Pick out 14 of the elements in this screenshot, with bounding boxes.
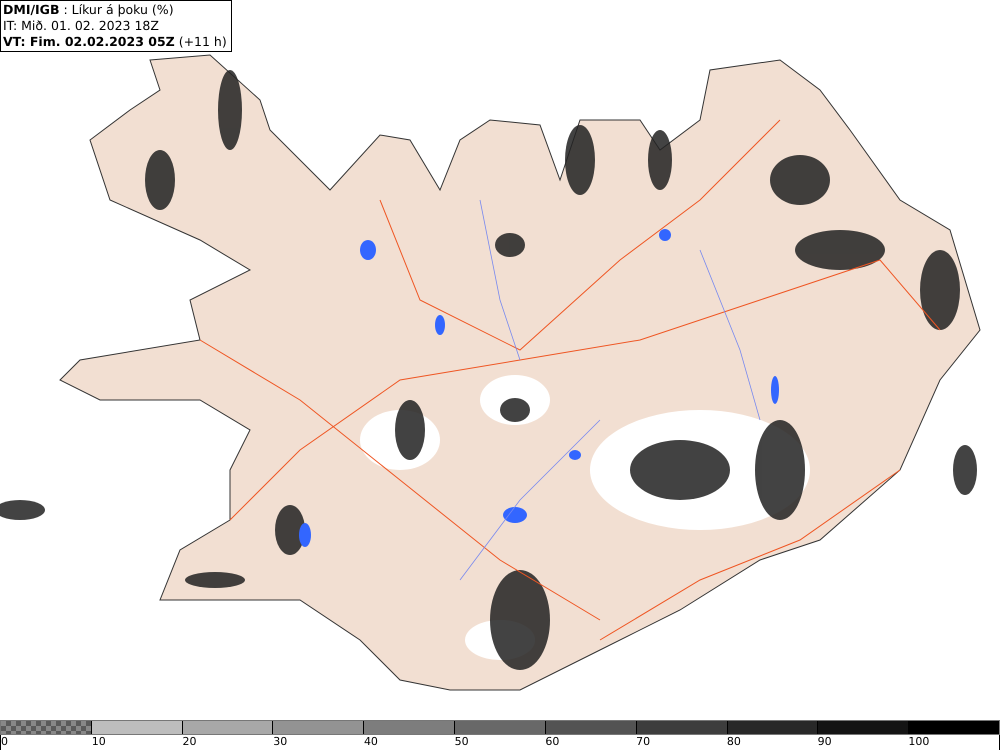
scale-tick-label: 70 [636,735,650,748]
scale-tick-label: 40 [364,735,378,748]
scale-tick-label: 20 [182,735,196,748]
scale-tick-label: 0 [1,735,8,748]
scale-tick-label: 10 [92,735,106,748]
scale-tick-label: 60 [545,735,560,748]
info-text: VT: Fim. 02.02.2023 05Z (+11 h) [3,34,227,50]
scale-tick-label: 80 [726,735,741,748]
info-text: IT: Mið. 01. 02. 2023 18Z [3,18,160,34]
info-text: DMI/IGB : Líkur á þoku (%) [3,2,175,18]
scale-tick-label: 100 [908,735,930,748]
scale-tick-label: 30 [273,735,288,748]
scale-tick-label: 90 [818,735,832,748]
scale-tick-label: 50 [454,735,469,748]
